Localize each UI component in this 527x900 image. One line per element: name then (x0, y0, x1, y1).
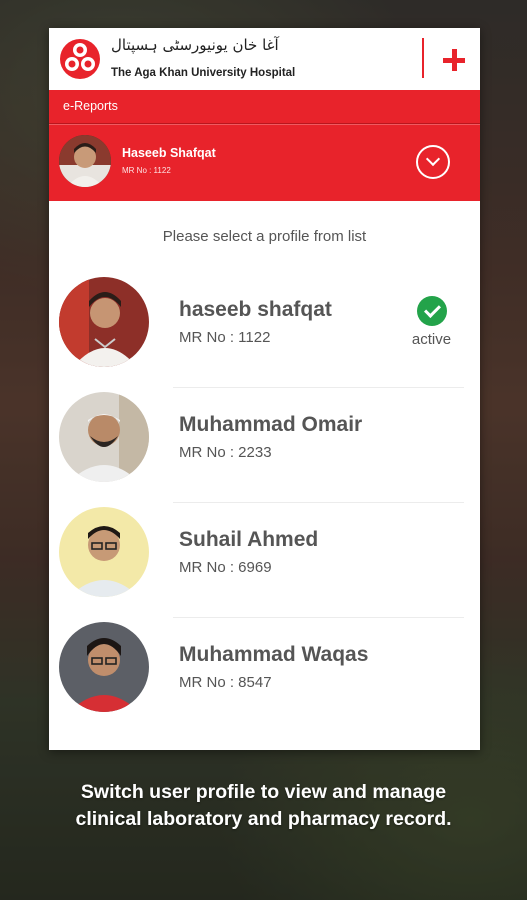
profile-item[interactable]: Muhammad Omair MR No : 2233 (49, 388, 480, 503)
app-header: آغا خان یونیورسٹی ہسپتال The Aga Khan Un… (49, 28, 480, 90)
promo-caption: Switch user profile to view and manage c… (0, 779, 527, 833)
profile-list: haseeb shafqat MR No : 1122 active Muham… (49, 273, 480, 733)
current-user-name: Haseeb Shafqat (122, 146, 216, 160)
avatar (59, 507, 149, 597)
caption-line-1: Switch user profile to view and manage (80, 781, 447, 803)
profile-item[interactable]: haseeb shafqat MR No : 1122 active (49, 273, 480, 388)
profile-mr: MR No : 2233 (179, 444, 272, 461)
profile-name: Muhammad Omair (179, 413, 363, 436)
current-user-mr: MR No : 1122 (122, 166, 171, 175)
section-title: e-Reports (63, 99, 118, 113)
prompt-text: Please select a profile from list (162, 228, 367, 245)
profile-name: Muhammad Waqas (179, 643, 369, 666)
header-divider (422, 38, 424, 78)
current-user-avatar (59, 135, 111, 187)
current-user-bar[interactable]: Haseeb Shafqat MR No : 1122 (49, 124, 480, 201)
avatar (59, 277, 149, 367)
brand-name: The Aga Khan University Hospital (111, 67, 296, 79)
check-icon (416, 296, 447, 326)
profile-name: haseeb shafqat (179, 298, 332, 321)
profile-mr: MR No : 1122 (179, 329, 271, 346)
app-card: آغا خان یونیورسٹی ہسپتال The Aga Khan Un… (49, 28, 480, 750)
akuh-logo-icon (60, 39, 100, 79)
brand-urdu-text: آغا خان یونیورسٹی ہسپتال (111, 36, 279, 54)
plus-button[interactable] (434, 40, 474, 80)
profile-name: Suhail Ahmed (179, 528, 319, 551)
profile-item[interactable]: Suhail Ahmed MR No : 6969 (49, 503, 480, 618)
status-badge: active (404, 296, 459, 348)
profile-item[interactable]: Muhammad Waqas MR No : 8547 (49, 618, 480, 733)
avatar (59, 392, 149, 482)
avatar (59, 622, 149, 712)
profile-mr: MR No : 6969 (179, 559, 272, 576)
caption-line-2: clinical laboratory and pharmacy record. (75, 808, 452, 830)
status-text: active (411, 331, 452, 348)
section-title-bar: e-Reports (49, 90, 480, 124)
profile-mr: MR No : 8547 (179, 674, 272, 691)
chevron-down-icon[interactable] (416, 145, 450, 179)
